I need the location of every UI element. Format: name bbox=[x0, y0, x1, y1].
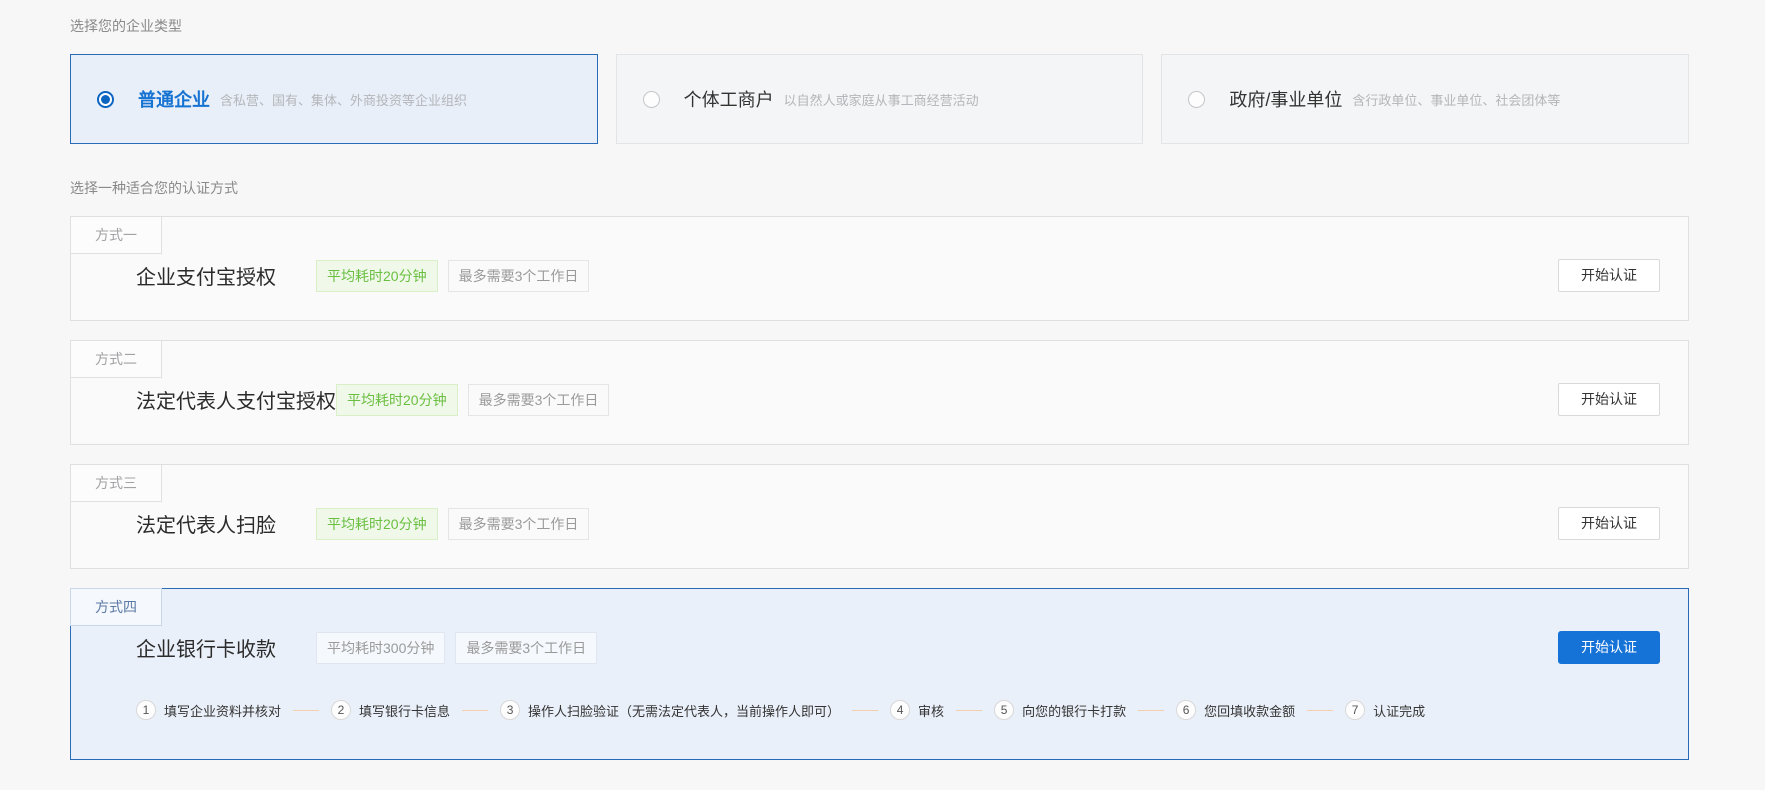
type-card-title: 政府/事业单位 bbox=[1229, 90, 1343, 110]
type-card-government-institution[interactable]: 政府/事业单位 含行政单位、事业单位、社会团体等 bbox=[1161, 54, 1690, 144]
step-label: 您回填收款金额 bbox=[1204, 703, 1296, 719]
type-card-title: 个体工商户 bbox=[683, 90, 774, 110]
method-title: 企业银行卡收款 bbox=[136, 639, 276, 661]
duration-badge: 最多需要3个工作日 bbox=[447, 507, 590, 540]
method-card-2[interactable]: 方式二 法定代表人支付宝授权 平均耗时20分钟 最多需要3个工作日 开始认证 bbox=[70, 340, 1689, 445]
method-steps: 1 填写企业资料并核对 2 填写银行卡信息 3 操作人扫脸验证（无需法定代表人，… bbox=[71, 664, 1688, 720]
time-badge: 平均耗时20分钟 bbox=[316, 507, 438, 540]
radio-unselected-icon[interactable] bbox=[1188, 90, 1206, 108]
step-number: 3 bbox=[500, 700, 521, 720]
step-5: 5 向您的银行卡打款 bbox=[994, 700, 1126, 720]
time-badge: 平均耗时300分钟 bbox=[316, 631, 446, 664]
start-auth-button-1[interactable]: 开始认证 bbox=[1558, 259, 1660, 292]
time-badge: 平均耗时20分钟 bbox=[336, 383, 458, 416]
step-label: 向您的银行卡打款 bbox=[1022, 703, 1127, 719]
method-card-1[interactable]: 方式一 企业支付宝授权 平均耗时20分钟 最多需要3个工作日 开始认证 bbox=[70, 216, 1689, 321]
enterprise-type-options: 普通企业 含私营、国有、集体、外商投资等企业组织 个体工商户 以自然人或家庭从事… bbox=[70, 54, 1690, 144]
method-row: 法定代表人支付宝授权 平均耗时20分钟 最多需要3个工作日 开始认证 bbox=[71, 341, 1688, 416]
step-number: 1 bbox=[136, 700, 156, 720]
step-connector bbox=[1138, 709, 1165, 711]
step-connector bbox=[852, 709, 879, 711]
type-card-desc: 以自然人或家庭从事工商经营活动 bbox=[783, 92, 979, 108]
method-tab-3: 方式三 bbox=[70, 464, 162, 502]
type-card-individual-business[interactable]: 个体工商户 以自然人或家庭从事工商经营活动 bbox=[615, 54, 1144, 144]
duration-badge: 最多需要3个工作日 bbox=[447, 259, 590, 292]
step-connector bbox=[1307, 709, 1334, 711]
step-connector bbox=[956, 709, 983, 711]
radio-selected-icon[interactable] bbox=[97, 90, 114, 108]
method-tab-2: 方式二 bbox=[70, 340, 162, 378]
auth-method-label: 选择一种适合您的认证方式 bbox=[70, 180, 238, 196]
step-label: 认证完成 bbox=[1373, 703, 1426, 719]
step-7: 7 认证完成 bbox=[1345, 700, 1425, 720]
step-label: 填写银行卡信息 bbox=[359, 703, 451, 719]
method-title: 法定代表人扫脸 bbox=[136, 515, 276, 537]
method-row: 企业支付宝授权 平均耗时20分钟 最多需要3个工作日 开始认证 bbox=[71, 217, 1688, 292]
type-card-ordinary-enterprise[interactable]: 普通企业 含私营、国有、集体、外商投资等企业组织 bbox=[70, 54, 598, 144]
method-tab-4: 方式四 bbox=[70, 588, 162, 626]
time-badge: 平均耗时20分钟 bbox=[316, 259, 438, 292]
step-number: 4 bbox=[890, 700, 911, 720]
enterprise-type-label: 选择您的企业类型 bbox=[70, 18, 182, 34]
start-auth-button-2[interactable]: 开始认证 bbox=[1558, 383, 1660, 416]
step-number: 2 bbox=[331, 700, 352, 720]
step-3: 3 操作人扫脸验证（无需法定代表人，当前操作人即可） bbox=[500, 700, 840, 720]
main-content: 选择您的企业类型 普通企业 含私营、国有、集体、外商投资等企业组织 个体工商户 … bbox=[0, 0, 1690, 760]
method-title: 企业支付宝授权 bbox=[136, 267, 276, 289]
step-4: 4 审核 bbox=[890, 700, 944, 720]
step-6: 6 您回填收款金额 bbox=[1176, 700, 1295, 720]
step-number: 6 bbox=[1176, 700, 1197, 720]
type-card-title: 普通企业 bbox=[138, 90, 210, 110]
step-label: 审核 bbox=[918, 703, 945, 719]
step-1: 1 填写企业资料并核对 bbox=[136, 700, 281, 720]
step-2: 2 填写银行卡信息 bbox=[331, 700, 450, 720]
step-number: 7 bbox=[1345, 700, 1366, 720]
type-card-desc: 含行政单位、事业单位、社会团体等 bbox=[1352, 92, 1561, 108]
duration-badge: 最多需要3个工作日 bbox=[455, 631, 598, 664]
step-number: 5 bbox=[994, 700, 1015, 720]
method-tab-1: 方式一 bbox=[70, 216, 162, 254]
type-card-desc: 含私营、国有、集体、外商投资等企业组织 bbox=[220, 92, 468, 108]
duration-badge: 最多需要3个工作日 bbox=[467, 383, 610, 416]
step-connector bbox=[462, 709, 489, 711]
method-title: 法定代表人支付宝授权 bbox=[136, 391, 336, 413]
step-connector bbox=[293, 709, 320, 711]
method-row: 法定代表人扫脸 平均耗时20分钟 最多需要3个工作日 开始认证 bbox=[71, 465, 1688, 540]
radio-unselected-icon[interactable] bbox=[642, 90, 660, 108]
method-card-4[interactable]: 方式四 企业银行卡收款 平均耗时300分钟 最多需要3个工作日 开始认证 1 填… bbox=[70, 588, 1689, 760]
step-label: 操作人扫脸验证（无需法定代表人，当前操作人即可） bbox=[528, 703, 841, 719]
start-auth-button-3[interactable]: 开始认证 bbox=[1558, 507, 1660, 540]
step-label: 填写企业资料并核对 bbox=[164, 703, 282, 719]
method-row: 企业银行卡收款 平均耗时300分钟 最多需要3个工作日 开始认证 bbox=[71, 589, 1688, 664]
start-auth-button-4[interactable]: 开始认证 bbox=[1558, 631, 1660, 664]
method-card-3[interactable]: 方式三 法定代表人扫脸 平均耗时20分钟 最多需要3个工作日 开始认证 bbox=[70, 464, 1689, 569]
